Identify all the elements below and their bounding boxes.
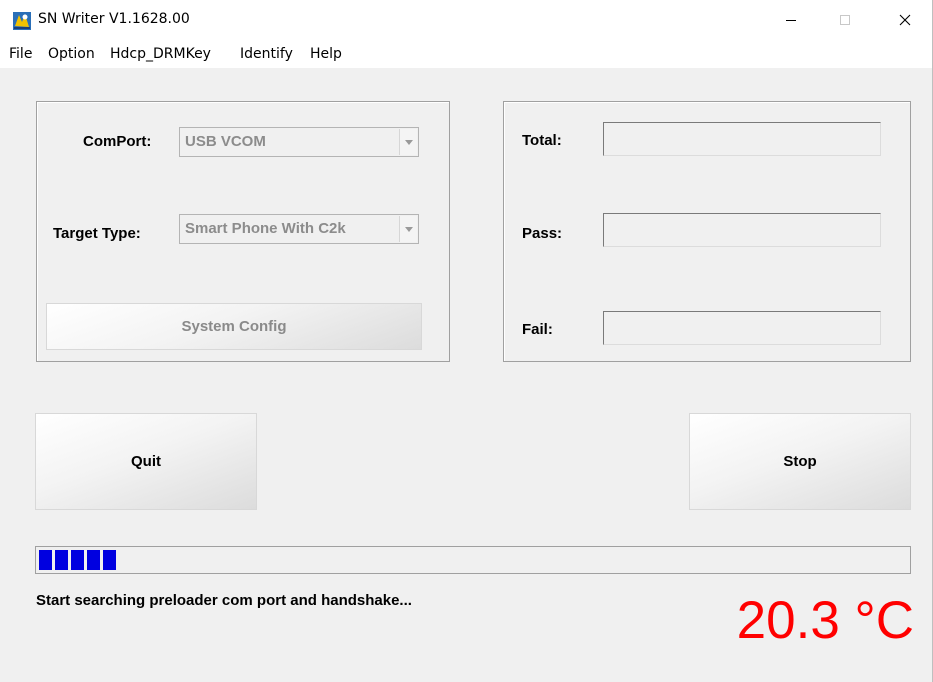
menu-hdcp-drmkey[interactable]: Hdcp_DRMKey: [110, 46, 211, 62]
comport-value: USB VCOM: [185, 133, 266, 150]
pass-label: Pass:: [522, 225, 563, 242]
target-type-label: Target Type:: [53, 225, 141, 242]
target-type-value: Smart Phone With C2k: [185, 220, 346, 237]
stop-button[interactable]: Stop: [689, 413, 911, 510]
minimize-icon: [786, 20, 796, 21]
pass-field: [603, 213, 881, 247]
menu-help[interactable]: Help: [310, 46, 342, 62]
progress-bar: [35, 546, 911, 574]
dropdown-arrow-icon[interactable]: [399, 216, 417, 242]
minimize-button[interactable]: [768, 0, 814, 40]
title-bar: SN Writer V1.1628.00: [0, 0, 932, 40]
system-config-label: System Config: [181, 318, 287, 335]
progress-segment: [55, 550, 68, 570]
progress-segment: [87, 550, 100, 570]
stop-label: Stop: [783, 453, 817, 470]
comport-select[interactable]: USB VCOM: [179, 127, 419, 157]
maximize-icon: [840, 15, 850, 25]
menu-file[interactable]: File: [9, 46, 32, 62]
menu-option[interactable]: Option: [48, 46, 95, 62]
comport-label: ComPort:: [83, 133, 152, 150]
app-logo-icon: [13, 12, 31, 30]
target-type-select[interactable]: Smart Phone With C2k: [179, 214, 419, 244]
temperature-readout: 20.3 °C: [736, 591, 914, 650]
progress-segment: [103, 550, 116, 570]
total-field: [603, 122, 881, 156]
menu-bar: File Option Hdcp_DRMKey Identify Help: [0, 40, 932, 68]
fail-label: Fail:: [522, 321, 553, 338]
system-config-button[interactable]: System Config: [46, 303, 422, 350]
close-button[interactable]: [882, 0, 928, 40]
quit-button[interactable]: Quit: [35, 413, 257, 510]
menu-identify[interactable]: Identify: [240, 46, 293, 62]
close-icon: [899, 14, 911, 26]
quit-label: Quit: [131, 453, 161, 470]
window-title: SN Writer V1.1628.00: [38, 11, 190, 27]
fail-field: [603, 311, 881, 345]
progress-segment: [71, 550, 84, 570]
status-message: Start searching preloader com port and h…: [36, 592, 412, 609]
dropdown-arrow-icon[interactable]: [399, 129, 417, 155]
progress-segment: [39, 550, 52, 570]
maximize-button[interactable]: [822, 0, 868, 40]
total-label: Total:: [522, 132, 562, 149]
